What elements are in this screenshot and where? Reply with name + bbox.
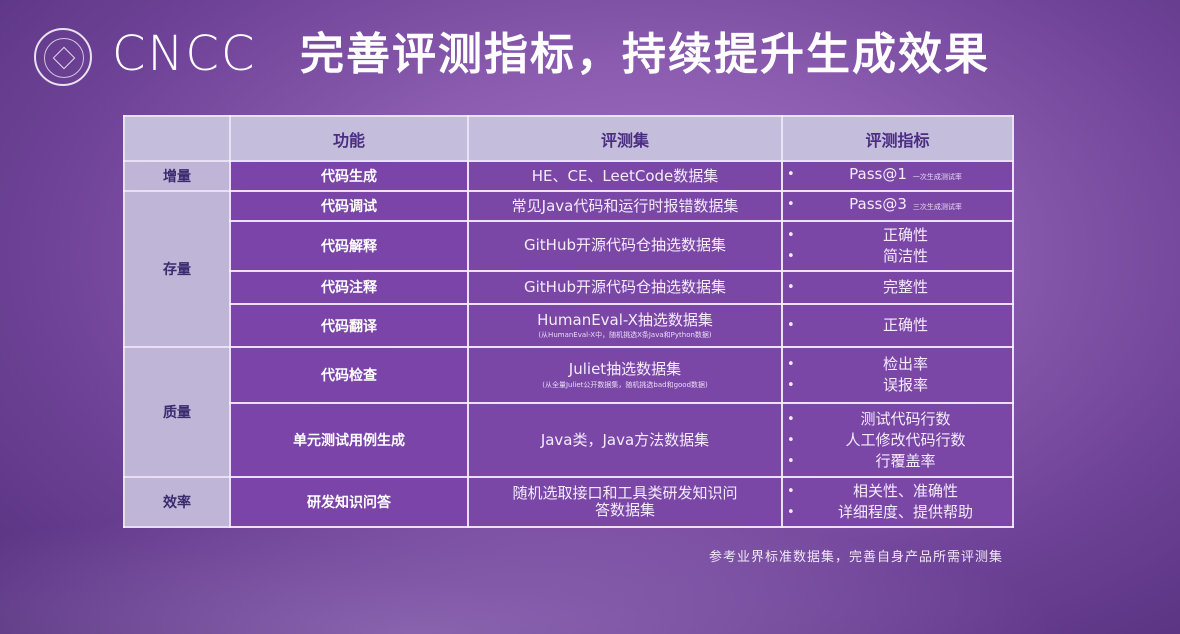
metric-item: Pass@3 三次生成测试率	[787, 194, 1008, 218]
dataset-cell: 随机选取接口和工具类研发知识问答数据集	[467, 476, 783, 528]
metrics-cell: 检出率 误报率	[781, 346, 1014, 404]
category-quality: 质量	[123, 346, 231, 479]
metric-item: 人工修改代码行数	[787, 430, 1008, 451]
dataset-cell: HumanEval-X抽选数据集 (从HumanEval-X中，随机挑选X条Ja…	[467, 302, 783, 349]
cncc-logo: CNCC	[112, 26, 257, 82]
function-cell: 代码调试	[229, 190, 469, 223]
table-row: 存量 代码调试 常见Java代码和运行时报错数据集 Pass@3 三次生成测试率	[123, 190, 1014, 349]
category-increment: 增量	[123, 160, 231, 193]
metric-item: 简洁性	[787, 246, 1008, 267]
table-row: 质量 代码检查 Juliet抽选数据集 (从全量Juliet公开数据集，随机挑选…	[123, 346, 1014, 479]
function-cell: 代码注释	[229, 269, 469, 305]
metric-item: 检出率	[787, 354, 1008, 375]
dataset-cell: GitHub开源代码仓抽选数据集	[467, 269, 783, 305]
header-metrics: 评测指标	[781, 114, 1014, 163]
table-row: 代码注释 GitHub开源代码仓抽选数据集 完整性	[124, 269, 1014, 305]
metrics-cell: Pass@1 一次生成测试率	[781, 160, 1014, 193]
table-row: 效率 研发知识问答 随机选取接口和工具类研发知识问答数据集 相关性、准确性 详细…	[123, 476, 1014, 528]
metric-text: Pass@1	[849, 165, 907, 184]
metric-item: 完整性	[787, 277, 1008, 298]
metric-note: 三次生成测试率	[912, 203, 962, 212]
function-cell: 代码解释	[229, 220, 469, 272]
dataset-name: Juliet抽选数据集	[568, 360, 682, 379]
metric-item: 相关性、准确性	[787, 481, 1008, 502]
footer-note: 参考业界标准数据集，完善自身产品所需评测集	[708, 550, 1003, 565]
table-row: 增量 代码生成 HE、CE、LeetCode数据集 Pass@1 一次生成测试率	[123, 160, 1014, 193]
function-cell: 代码翻译	[229, 302, 469, 349]
metrics-cell: 测试代码行数 人工修改代码行数 行覆盖率	[781, 401, 1014, 479]
slide-header: CNCC 完善评测指标，持续提升生成效果	[0, 0, 1180, 100]
metrics-cell: Pass@3 三次生成测试率	[781, 190, 1014, 223]
dataset-cell: HE、CE、LeetCode数据集	[467, 160, 783, 193]
dataset-cell: GitHub开源代码仓抽选数据集	[467, 220, 783, 272]
slide-title: 完善评测指标，持续提升生成效果	[300, 29, 990, 80]
metric-item: Pass@1 一次生成测试率	[787, 164, 1008, 188]
header-function: 功能	[229, 114, 469, 163]
metric-item: 详细程度、提供帮助	[787, 502, 1008, 523]
function-cell: 代码检查	[229, 346, 469, 404]
table-header-row: 功能 评测集 评测指标	[123, 114, 1014, 163]
ccf-emblem-icon	[34, 28, 92, 86]
evaluation-table: 功能 评测集 评测指标 增量 代码生成 HE、CE、LeetCode数据集 Pa…	[123, 114, 1014, 528]
dataset-cell: Java类，Java方法数据集	[467, 401, 783, 479]
dataset-note: (从HumanEval-X中，随机挑选X条Java和Python数据)	[538, 331, 712, 340]
dataset-name: HumanEval-X抽选数据集	[537, 310, 713, 329]
metrics-cell: 正确性 简洁性	[781, 220, 1014, 272]
dataset-cell: Juliet抽选数据集 (从全量Juliet公开数据集，随机挑选bad和good…	[467, 346, 783, 404]
table-row: 代码翻译 HumanEval-X抽选数据集 (从HumanEval-X中，随机挑…	[124, 302, 1014, 349]
dataset-name: 随机选取接口和工具类研发知识问答数据集	[512, 483, 738, 520]
header-category	[123, 114, 231, 163]
table-row: 代码解释 GitHub开源代码仓抽选数据集 正确性 简洁性	[124, 220, 1014, 272]
header-dataset: 评测集	[467, 114, 783, 163]
metrics-cell: 完整性	[781, 269, 1014, 305]
table-row: 单元测试用例生成 Java类，Java方法数据集 测试代码行数 人工修改代码行数…	[124, 401, 1014, 479]
metric-note: 一次生成测试率	[912, 173, 962, 182]
dataset-note: (从全量Juliet公开数据集，随机挑选bad和good数据)	[542, 380, 708, 389]
dataset-cell: 常见Java代码和运行时报错数据集	[467, 190, 783, 223]
metric-text: Pass@3	[849, 195, 907, 214]
metrics-cell: 正确性	[781, 302, 1014, 349]
metric-item: 正确性	[787, 225, 1008, 246]
metric-item: 行覆盖率	[787, 451, 1008, 472]
function-cell: 单元测试用例生成	[229, 401, 469, 479]
function-cell: 代码生成	[229, 160, 469, 193]
metrics-cell: 相关性、准确性 详细程度、提供帮助	[781, 476, 1014, 528]
category-stock: 存量	[123, 190, 231, 349]
metric-item: 测试代码行数	[787, 409, 1008, 430]
metric-item: 误报率	[787, 375, 1008, 396]
category-efficiency: 效率	[123, 476, 231, 528]
function-cell: 研发知识问答	[229, 476, 469, 528]
metric-item: 正确性	[787, 315, 1008, 336]
